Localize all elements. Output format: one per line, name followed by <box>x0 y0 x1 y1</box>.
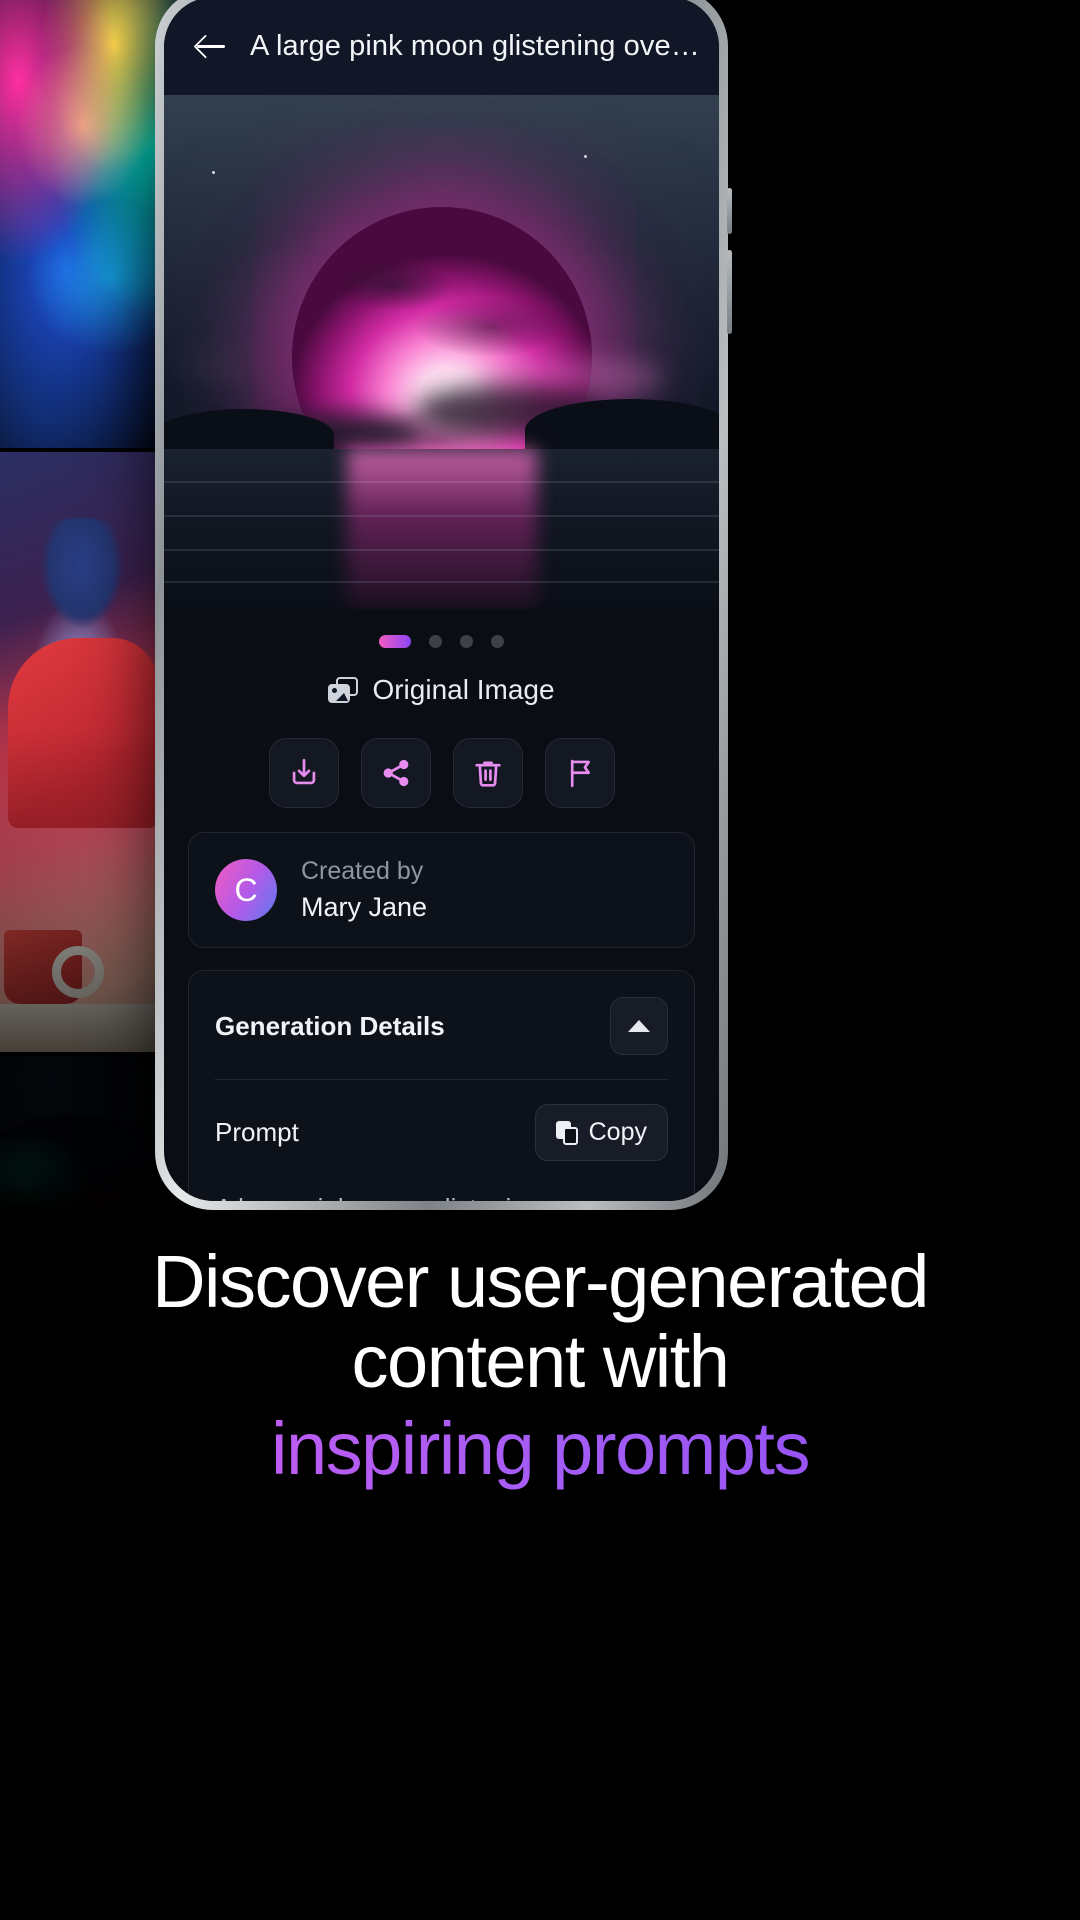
original-image-row: Original Image <box>164 654 719 712</box>
trash-icon <box>474 761 501 787</box>
flag-icon <box>570 759 590 788</box>
phone-screen: A large pink moon glistening over a la..… <box>164 0 719 1201</box>
carousel-dot-2[interactable] <box>429 635 442 648</box>
generation-details-title: Generation Details <box>215 1010 445 1041</box>
download-icon <box>292 758 315 785</box>
avatar: C <box>215 859 277 922</box>
report-button[interactable] <box>544 738 615 808</box>
created-by-label: Created by <box>301 857 424 885</box>
carousel-dots[interactable] <box>164 609 719 654</box>
image-stack-icon <box>328 677 359 703</box>
headline-line-2: content with <box>351 1319 730 1403</box>
share-icon <box>383 759 408 787</box>
phone-volume-down-button <box>727 250 732 334</box>
copy-icon <box>555 1120 578 1145</box>
marketing-headline: Discover user-generated content with ins… <box>0 1242 1080 1495</box>
chevron-up-icon <box>628 1020 650 1033</box>
action-buttons-row <box>164 712 719 818</box>
delete-button[interactable] <box>452 738 523 808</box>
carousel-dot-3[interactable] <box>460 635 473 648</box>
creator-name: Mary Jane <box>301 891 428 922</box>
carousel-dot-1[interactable] <box>379 635 411 648</box>
prompt-label: Prompt <box>215 1117 299 1148</box>
creator-card[interactable]: C Created by Mary Jane <box>188 832 695 949</box>
share-button[interactable] <box>360 738 431 808</box>
app-header: A large pink moon glistening over a la..… <box>164 0 719 95</box>
phone-device: A large pink moon glistening over a la..… <box>155 0 732 1210</box>
carousel-dot-4[interactable] <box>491 635 504 648</box>
headline-line-1: Discover user-generated <box>152 1240 929 1323</box>
phone-volume-up-button <box>727 188 732 234</box>
copy-button-label: Copy <box>588 1118 647 1147</box>
collapse-toggle-button[interactable] <box>610 997 668 1056</box>
page-title: A large pink moon glistening over a la..… <box>250 29 703 62</box>
prompt-text: A large pink moon glistening over a lake… <box>189 1177 694 1201</box>
back-arrow-icon[interactable] <box>194 29 228 63</box>
copy-prompt-button[interactable]: Copy <box>534 1104 668 1162</box>
generation-details-card: Generation Details Prompt Copy A large p… <box>188 970 695 1201</box>
headline-line-3-accent: inspiring prompts <box>0 1402 1080 1495</box>
generated-image-preview[interactable] <box>164 95 719 609</box>
original-image-label: Original Image <box>372 674 555 705</box>
download-button[interactable] <box>268 738 339 808</box>
